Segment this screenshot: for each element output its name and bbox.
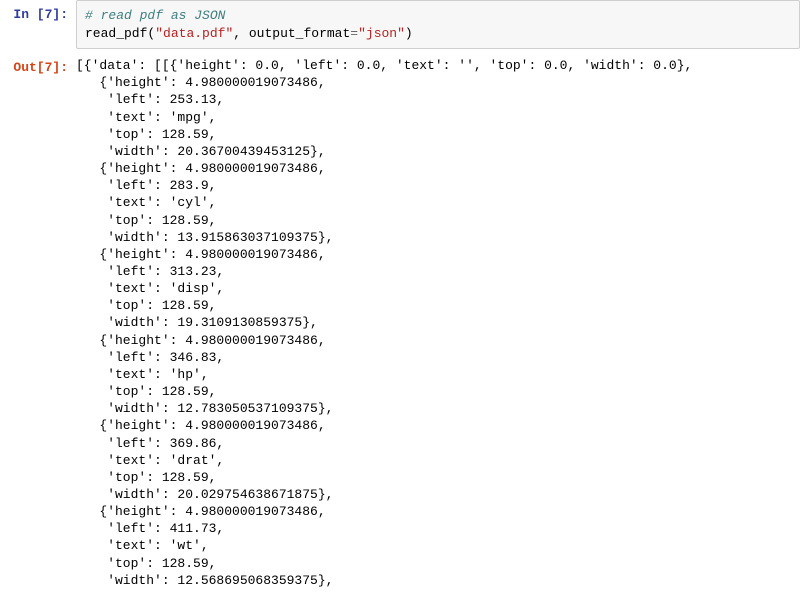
code-fn-name: read_pdf	[85, 26, 147, 41]
code-arg-file: "data.pdf"	[155, 26, 233, 41]
output-line: 'left': 346.83,	[76, 349, 800, 366]
notebook-output-cell: Out[7]: [{'data': [[{'height': 0.0, 'lef…	[0, 53, 800, 589]
output-line: 'text': 'cyl',	[76, 194, 800, 211]
close-paren: )	[405, 26, 413, 41]
output-line: [{'data': [[{'height': 0.0, 'left': 0.0,…	[76, 57, 800, 74]
output-line: 'left': 411.73,	[76, 520, 800, 537]
code-input-area[interactable]: # read pdf as JSON read_pdf("data.pdf", …	[76, 0, 800, 49]
output-line: {'height': 4.980000019073486,	[76, 74, 800, 91]
output-line: 'left': 369.86,	[76, 435, 800, 452]
output-line: 'width': 12.783050537109375},	[76, 400, 800, 417]
notebook-input-cell: In [7]: # read pdf as JSON read_pdf("dat…	[0, 0, 800, 53]
comma: ,	[233, 26, 249, 41]
output-line: 'left': 283.9,	[76, 177, 800, 194]
output-line: 'width': 20.36700439453125},	[76, 143, 800, 160]
code-kwarg-name: output_format	[249, 26, 350, 41]
output-line: 'text': 'drat',	[76, 452, 800, 469]
input-prompt-label: In [7]:	[13, 7, 68, 22]
code-output-area: [{'data': [[{'height': 0.0, 'left': 0.0,…	[76, 53, 800, 589]
output-line: 'width': 20.029754638671875},	[76, 486, 800, 503]
output-line: 'top': 128.59,	[76, 469, 800, 486]
output-line: {'height': 4.980000019073486,	[76, 503, 800, 520]
output-line: 'width': 13.915863037109375},	[76, 229, 800, 246]
output-line: 'top': 128.59,	[76, 555, 800, 572]
input-prompt: In [7]:	[0, 0, 76, 53]
output-line: 'left': 313.23,	[76, 263, 800, 280]
equals: =	[350, 26, 358, 41]
output-line: {'height': 4.980000019073486,	[76, 160, 800, 177]
output-line: 'top': 128.59,	[76, 297, 800, 314]
output-line: {'height': 4.980000019073486,	[76, 417, 800, 434]
code-line-1: # read pdf as JSON	[85, 7, 791, 25]
code-comment: # read pdf as JSON	[85, 8, 225, 23]
output-line: 'top': 128.59,	[76, 126, 800, 143]
output-line: 'width': 19.3109130859375},	[76, 314, 800, 331]
output-line: 'text': 'wt',	[76, 537, 800, 554]
output-line: {'height': 4.980000019073486,	[76, 332, 800, 349]
output-line: 'text': 'mpg',	[76, 109, 800, 126]
output-line: 'text': 'disp',	[76, 280, 800, 297]
output-line: 'top': 128.59,	[76, 212, 800, 229]
output-line: 'left': 253.13,	[76, 91, 800, 108]
output-line: 'text': 'hp',	[76, 366, 800, 383]
output-line: 'top': 128.59,	[76, 383, 800, 400]
output-prompt: Out[7]:	[0, 53, 76, 589]
output-line: {'height': 4.980000019073486,	[76, 246, 800, 263]
code-kwarg-val: "json"	[358, 26, 405, 41]
output-line: 'width': 12.568695068359375},	[76, 572, 800, 589]
output-prompt-label: Out[7]:	[13, 60, 68, 75]
code-line-2: read_pdf("data.pdf", output_format="json…	[85, 25, 791, 43]
